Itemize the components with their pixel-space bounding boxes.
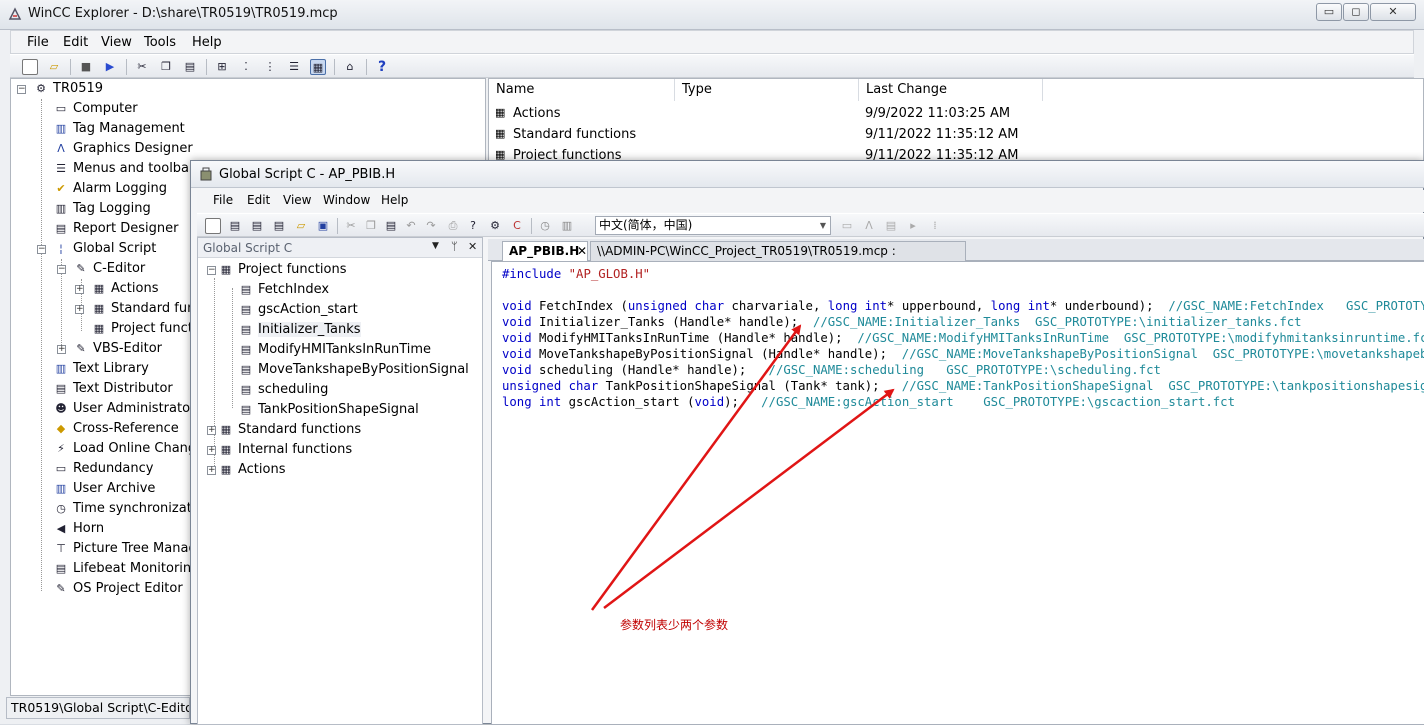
arrow-to-initializer-tanks [590,324,802,611]
arrow-to-tank-position [603,388,895,609]
annotation-text: 参数列表少两个参数 [620,618,729,632]
